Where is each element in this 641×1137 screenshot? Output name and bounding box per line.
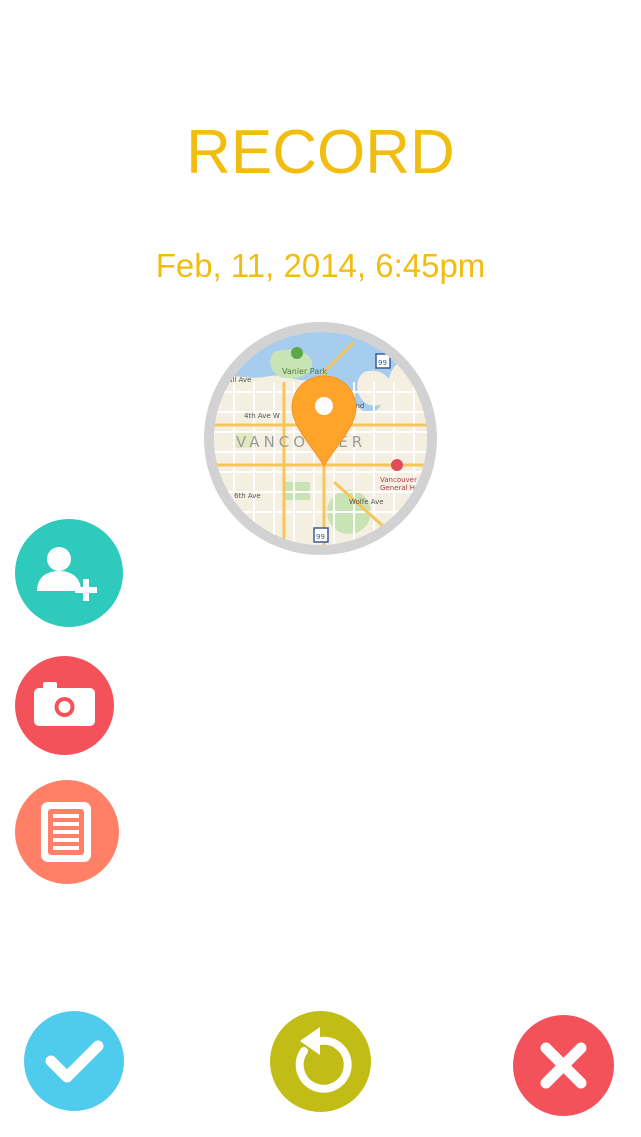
record-datetime: Feb, 11, 2014, 6:45pm xyxy=(155,247,486,284)
undo-icon xyxy=(295,1027,352,1093)
page-title: RECORD xyxy=(186,118,455,187)
map-route-shield: 99 xyxy=(378,359,387,367)
map-image: Vanier Park Granville Island VANCOUVER V… xyxy=(214,332,427,545)
confirm-button[interactable] xyxy=(24,1011,124,1111)
map-thumbnail[interactable]: Vanier Park Granville Island VANCOUVER V… xyxy=(204,322,437,555)
camera-button[interactable] xyxy=(15,656,114,755)
map-street-label: Wolfe Ave xyxy=(349,498,384,506)
map-street-label: nwall Ave xyxy=(218,376,251,384)
map-city-label: VANCOUVER xyxy=(236,433,366,451)
map-street-label: 6th Ave xyxy=(234,492,261,500)
checkmark-icon xyxy=(45,1040,104,1083)
add-person-icon xyxy=(37,547,97,601)
close-icon xyxy=(540,1042,587,1089)
reset-button[interactable] xyxy=(270,1011,371,1112)
document-icon xyxy=(41,802,91,862)
map-hospital-label-2: General Hosp xyxy=(380,484,427,492)
map-park-label: Vanier Park xyxy=(282,367,327,376)
map-hospital-label-1: Vancouver xyxy=(380,476,417,484)
map-street-label: 4th Ave W xyxy=(244,412,280,420)
note-button[interactable] xyxy=(15,780,119,884)
camera-icon xyxy=(34,682,95,726)
add-contact-button[interactable] xyxy=(15,519,123,627)
cancel-button[interactable] xyxy=(513,1015,614,1116)
map-route-shield: 99 xyxy=(316,533,325,541)
